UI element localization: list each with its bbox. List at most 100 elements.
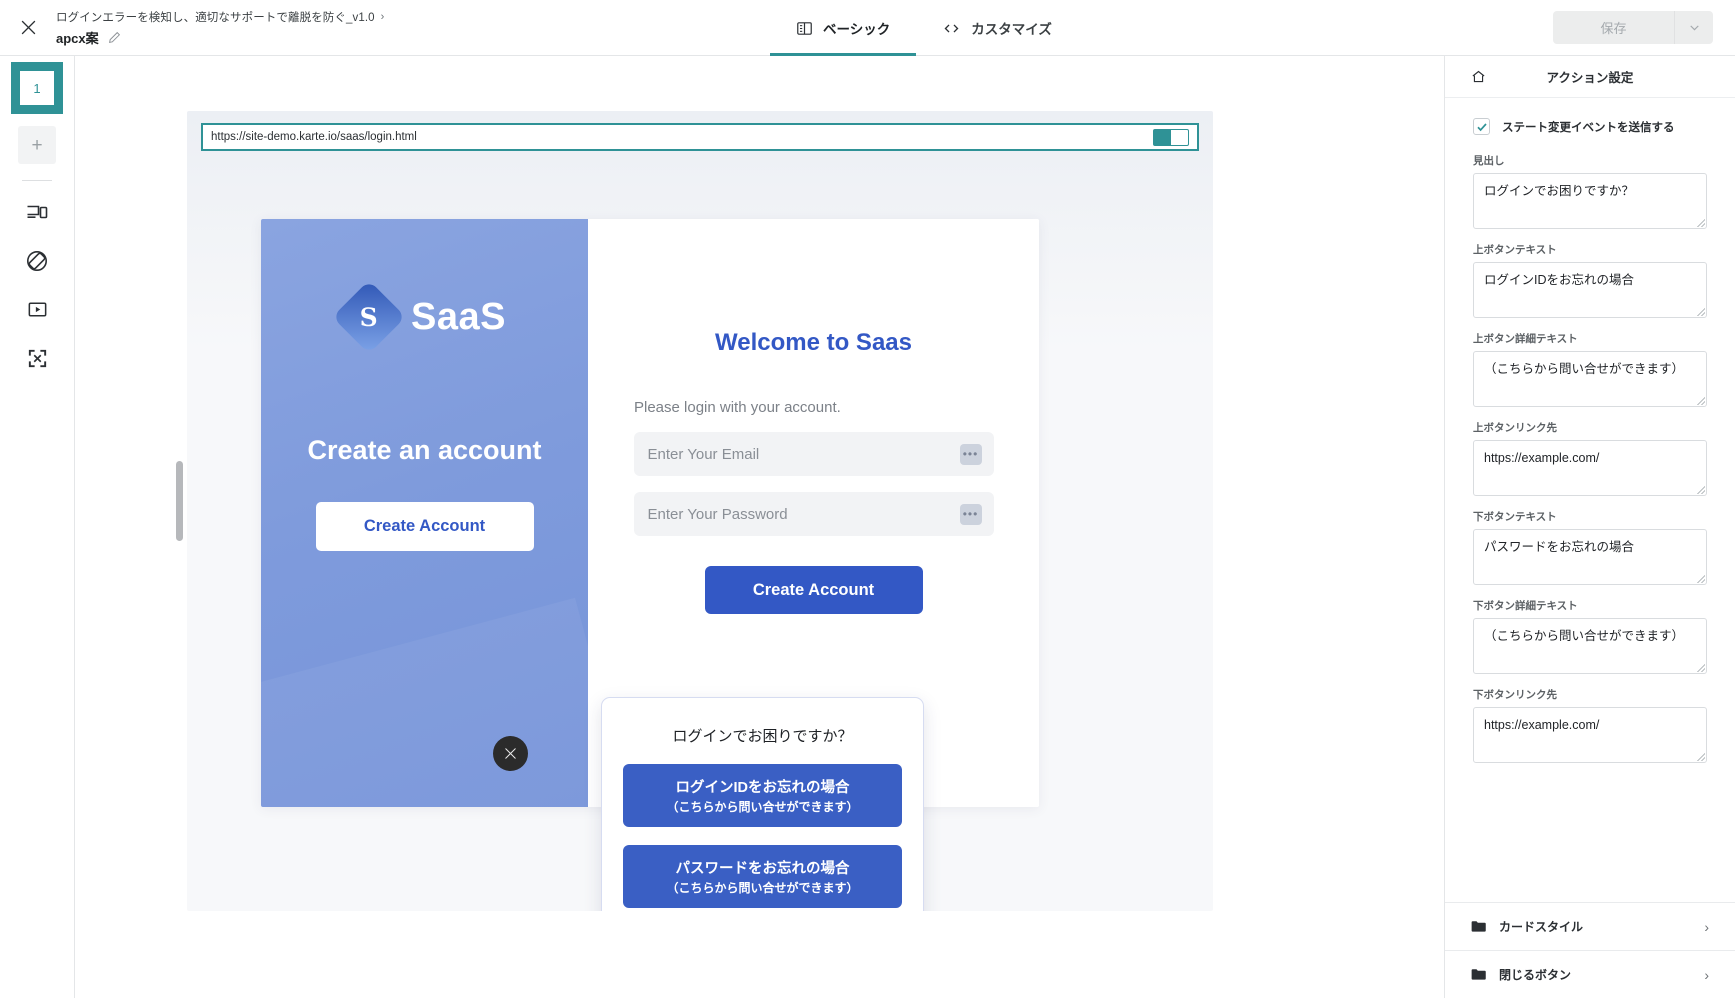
field-group-bottom-button-link: 下ボタンリンク先 https://example.com/ bbox=[1473, 687, 1707, 763]
chevron-right-icon: › bbox=[380, 10, 385, 23]
play-frame-icon bbox=[28, 302, 46, 317]
responsive-device-button[interactable] bbox=[12, 187, 62, 236]
field-group-top-button-link: 上ボタンリンク先 https://example.com/ bbox=[1473, 420, 1707, 496]
login-card-left-pane: S SaaS Create an account Create Account bbox=[261, 219, 588, 807]
email-field-menu-icon[interactable]: ••• bbox=[959, 443, 982, 465]
responsive-device-icon bbox=[27, 205, 48, 218]
preview-toggle-knob bbox=[1154, 129, 1171, 145]
close-editor-button[interactable] bbox=[0, 0, 56, 56]
login-subtitle: Please login with your account. bbox=[634, 399, 841, 416]
rotate-device-button[interactable] bbox=[12, 236, 62, 285]
field-label-bottom-button-link: 下ボタンリンク先 bbox=[1473, 689, 1557, 701]
field-input-bottom-button-link[interactable]: https://example.com/ bbox=[1473, 707, 1707, 763]
fullscreen-icon bbox=[28, 349, 46, 368]
welcome-heading: Welcome to Saas bbox=[715, 329, 912, 356]
chevron-right-icon: › bbox=[1704, 918, 1709, 935]
page-title: apcx案 bbox=[56, 30, 99, 46]
password-field-placeholder: Enter Your Password bbox=[647, 505, 788, 523]
submit-create-account-button[interactable]: Create Account bbox=[704, 566, 923, 614]
tab-basic-label: ベーシック bbox=[823, 22, 891, 37]
field-label-heading: 見出し bbox=[1473, 155, 1505, 167]
rail-divider bbox=[22, 180, 52, 181]
check-icon bbox=[1476, 122, 1487, 131]
promo-modal-button-top-sublabel: （こちらから問い合せができます） bbox=[666, 800, 859, 814]
panel-title: アクション設定 bbox=[1546, 71, 1634, 85]
rotate-device-icon bbox=[27, 250, 47, 271]
preview-url-text[interactable]: https://site-demo.karte.io/saas/login.ht… bbox=[211, 131, 1153, 143]
code-icon bbox=[944, 23, 959, 33]
save-options-button[interactable] bbox=[1675, 11, 1713, 44]
field-label-bottom-button-text: 下ボタンテキスト bbox=[1473, 511, 1557, 523]
state-change-event-checkbox-row[interactable]: ステート変更イベントを送信する bbox=[1473, 118, 1707, 135]
rendered-page: S SaaS Create an account Create Account … bbox=[187, 159, 1213, 911]
panel-body: ステート変更イベントを送信する 見出し ログインでお困りですか？ 上ボタンテキス… bbox=[1445, 98, 1735, 763]
field-input-bottom-button-text[interactable]: パスワードをお忘れの場合 bbox=[1473, 529, 1707, 585]
field-input-top-button-link[interactable]: https://example.com/ bbox=[1473, 440, 1707, 496]
password-field-menu-icon[interactable]: ••• bbox=[959, 503, 982, 525]
panel-accordions: カードスタイル › 閉じるボタン › bbox=[1445, 902, 1735, 998]
layout-panel-icon bbox=[797, 21, 812, 35]
field-input-top-button-detail[interactable]: （こちらから問い合せができます） bbox=[1473, 351, 1707, 407]
save-button[interactable]: 保存 bbox=[1553, 11, 1675, 44]
promo-modal-button-bottom-sublabel: （こちらから問い合せができます） bbox=[666, 881, 859, 895]
promo-modal-button-top-label: ログインIDをお忘れの場合 bbox=[675, 780, 850, 796]
top-bar: ログインエラーを検知し、適切なサポートで離脱を防ぐ_v1.0 › apcx案 ベ… bbox=[0, 0, 1735, 56]
create-account-button[interactable]: Create Account bbox=[315, 502, 534, 551]
resize-handle-left[interactable] bbox=[176, 461, 183, 541]
promo-modal-title: ログインでお困りですか？ bbox=[672, 728, 853, 745]
accordion-card-style[interactable]: カードスタイル › bbox=[1445, 902, 1735, 950]
tab-customize[interactable]: カスタマイズ bbox=[916, 0, 1078, 56]
accordion-card-style-label: カードスタイル bbox=[1499, 920, 1584, 934]
breadcrumb[interactable]: ログインエラーを検知し、適切なサポートで離脱を防ぐ_v1.0 › bbox=[56, 9, 384, 25]
chevron-down-icon bbox=[1689, 25, 1699, 31]
field-input-top-button-text[interactable]: ログインIDをお忘れの場合 bbox=[1473, 262, 1707, 318]
field-label-top-button-text: 上ボタンテキスト bbox=[1473, 244, 1557, 256]
saas-logo-icon: S bbox=[332, 280, 406, 354]
promo-modal: ログインでお困りですか？ ログインIDをお忘れの場合 （こちらから問い合せができ… bbox=[601, 697, 924, 911]
field-group-heading: 見出し ログインでお困りですか？ bbox=[1473, 153, 1707, 229]
pencil-icon[interactable] bbox=[108, 31, 121, 44]
promo-modal-button-top[interactable]: ログインIDをお忘れの場合 （こちらから問い合せができます） bbox=[623, 764, 902, 827]
folder-icon bbox=[1471, 968, 1486, 981]
tab-customize-label: カスタマイズ bbox=[971, 22, 1052, 37]
preview-toggle[interactable] bbox=[1153, 128, 1189, 146]
accordion-close-button[interactable]: 閉じるボタン › bbox=[1445, 950, 1735, 998]
preview-url-bar[interactable]: https://site-demo.karte.io/saas/login.ht… bbox=[201, 123, 1199, 151]
email-field[interactable]: Enter Your Email ••• bbox=[633, 432, 994, 476]
fullscreen-button[interactable] bbox=[12, 334, 62, 383]
field-group-top-button-detail: 上ボタン詳細テキスト （こちらから問い合せができます） bbox=[1473, 331, 1707, 407]
promo-modal-close-button[interactable] bbox=[493, 736, 528, 771]
promo-modal-button-bottom[interactable]: パスワードをお忘れの場合 （こちらから問い合せができます） bbox=[623, 845, 902, 908]
tab-basic[interactable]: ベーシック bbox=[770, 0, 917, 56]
device-frame: https://site-demo.karte.io/saas/login.ht… bbox=[187, 111, 1213, 911]
left-tool-rail: 1 + bbox=[0, 56, 75, 998]
add-state-button[interactable]: + bbox=[18, 126, 56, 164]
accordion-close-button-label: 閉じるボタン bbox=[1499, 968, 1572, 982]
action-settings-panel: アクション設定 ステート変更イベントを送信する 見出し ログインでお困りですか？… bbox=[1444, 56, 1735, 998]
field-label-top-button-detail: 上ボタン詳細テキスト bbox=[1473, 333, 1578, 345]
panel-header: アクション設定 bbox=[1445, 56, 1735, 98]
brand-name: SaaS bbox=[411, 295, 506, 338]
preview-canvas: https://site-demo.karte.io/saas/login.ht… bbox=[75, 56, 1444, 998]
field-input-heading[interactable]: ログインでお困りですか？ bbox=[1473, 173, 1707, 229]
rail-slot-1[interactable]: 1 bbox=[11, 62, 63, 114]
field-label-bottom-button-detail: 下ボタン詳細テキスト bbox=[1473, 600, 1578, 612]
tab-bar: ベーシック カスタマイズ bbox=[770, 0, 1078, 56]
preview-play-button[interactable] bbox=[12, 285, 62, 334]
chevron-right-icon: › bbox=[1704, 966, 1709, 983]
brand-lockup: S SaaS bbox=[332, 280, 506, 354]
create-account-heading: Create an account bbox=[307, 435, 542, 465]
home-icon[interactable] bbox=[1471, 69, 1486, 84]
field-group-bottom-button-detail: 下ボタン詳細テキスト （こちらから問い合せができます） bbox=[1473, 598, 1707, 674]
breadcrumb-label: ログインエラーを検知し、適切なサポートで離脱を防ぐ_v1.0 bbox=[56, 11, 375, 24]
state-change-event-checkbox[interactable] bbox=[1473, 118, 1490, 135]
folder-icon bbox=[1471, 920, 1486, 933]
brand-letter: S bbox=[359, 302, 379, 332]
email-field-placeholder: Enter Your Email bbox=[647, 445, 760, 463]
promo-modal-button-bottom-label: パスワードをお忘れの場合 bbox=[675, 861, 850, 877]
field-group-bottom-button-text: 下ボタンテキスト パスワードをお忘れの場合 bbox=[1473, 509, 1707, 585]
state-change-event-label: ステート変更イベントを送信する bbox=[1502, 121, 1675, 134]
field-input-bottom-button-detail[interactable]: （こちらから問い合せができます） bbox=[1473, 618, 1707, 674]
save-button-group[interactable]: 保存 bbox=[1553, 11, 1713, 44]
password-field[interactable]: Enter Your Password ••• bbox=[633, 492, 994, 536]
